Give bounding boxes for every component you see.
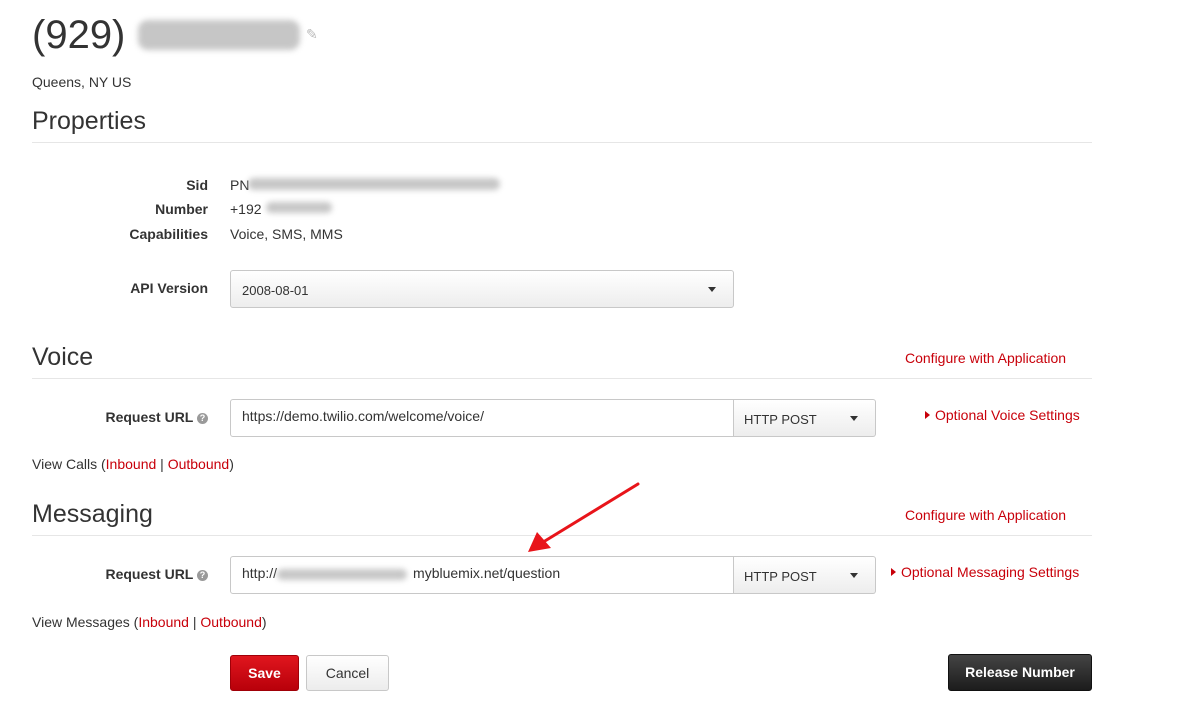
number-value: +192 (230, 201, 262, 217)
voice-divider (32, 378, 1092, 379)
messages-outbound-link[interactable]: Outbound (200, 614, 262, 630)
voice-method-value: HTTP POST (744, 412, 817, 427)
release-number-button[interactable]: Release Number (948, 654, 1092, 691)
chevron-down-icon (850, 416, 858, 421)
redacted-url (277, 569, 407, 580)
sid-label: Sid (186, 177, 208, 193)
chevron-down-icon (708, 287, 716, 292)
voice-request-url-text: Request URL (105, 409, 194, 425)
calls-separator: | (156, 456, 168, 472)
calls-outbound-link[interactable]: Outbound (168, 456, 230, 472)
redacted-number (266, 202, 332, 213)
properties-heading: Properties (32, 107, 146, 135)
view-calls-row: View Calls (Inbound | Outbound) (32, 456, 234, 472)
messages-separator: | (188, 614, 201, 630)
api-version-label: API Version (130, 280, 208, 296)
properties-divider (32, 142, 1092, 143)
messages-close: ) (261, 614, 267, 630)
optional-messaging-settings-link[interactable]: Optional Messaging Settings (891, 564, 1079, 580)
voice-configure-link[interactable]: Configure with Application (905, 350, 1066, 366)
messaging-request-url-text: Request URL (105, 566, 194, 582)
chevron-down-icon (850, 573, 858, 578)
voice-request-url-input[interactable]: https://demo.twilio.com/welcome/voice/ (230, 399, 734, 437)
voice-heading: Voice (32, 343, 94, 371)
calls-inbound-link[interactable]: Inbound (106, 456, 157, 472)
number-label: Number (155, 201, 208, 217)
annotation-arrow-icon (528, 482, 640, 552)
api-version-value: 2008-08-01 (242, 283, 309, 298)
api-version-select[interactable]: 2008-08-01 (230, 270, 734, 308)
help-icon[interactable]: ? (197, 413, 208, 424)
view-messages-row: View Messages (Inbound | Outbound) (32, 614, 267, 630)
calls-close: ) (229, 456, 234, 472)
pencil-icon[interactable]: ✎ (306, 26, 318, 43)
messaging-heading: Messaging (32, 500, 153, 528)
cancel-button[interactable]: Cancel (306, 655, 389, 691)
optional-messaging-settings-text: Optional Messaging Settings (901, 564, 1080, 580)
view-messages-label: View Messages ( (32, 614, 139, 630)
view-calls-label: View Calls ( (32, 456, 106, 472)
messages-inbound-link[interactable]: Inbound (138, 614, 189, 630)
page-title: (929) (32, 13, 126, 57)
messaging-request-url-input[interactable]: http:// mybluemix.net/question (230, 556, 734, 594)
messaging-request-url-label: Request URL ? (80, 566, 208, 582)
voice-method-select[interactable]: HTTP POST (734, 399, 876, 437)
messaging-method-select[interactable]: HTTP POST (734, 556, 876, 594)
help-icon[interactable]: ? (197, 570, 208, 581)
redacted-sid (248, 178, 500, 190)
caret-right-icon (891, 568, 896, 576)
messaging-url-prefix: http:// (242, 565, 278, 581)
capabilities-value: Voice, SMS, MMS (230, 226, 343, 242)
optional-voice-settings-link[interactable]: Optional Voice Settings (925, 407, 1080, 423)
redacted-name (138, 20, 300, 50)
location-text: Queens, NY US (32, 74, 132, 90)
messaging-method-value: HTTP POST (744, 569, 817, 584)
messaging-configure-link[interactable]: Configure with Application (905, 507, 1066, 523)
caret-right-icon (925, 411, 930, 419)
capabilities-label: Capabilities (129, 226, 208, 242)
save-button[interactable]: Save (230, 655, 299, 691)
messaging-url-suffix: mybluemix.net/question (413, 565, 561, 581)
voice-request-url-label: Request URL ? (80, 409, 208, 425)
sid-value: PN (230, 177, 250, 193)
optional-voice-settings-text: Optional Voice Settings (935, 407, 1080, 423)
